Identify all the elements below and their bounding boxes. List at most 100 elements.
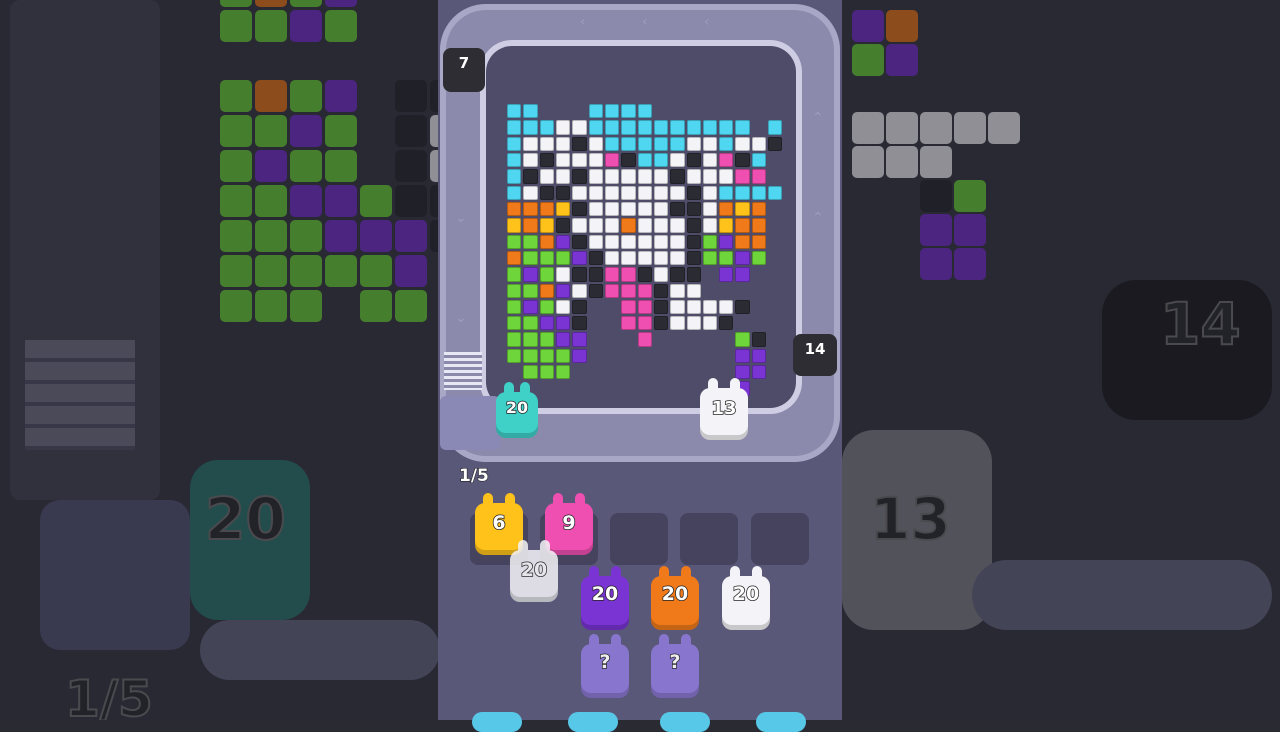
pixel-tile xyxy=(735,234,750,249)
pixel-tile xyxy=(637,136,652,151)
pixel-tile xyxy=(751,218,767,233)
belt-bunny-black[interactable]: 14 xyxy=(793,334,837,376)
belt-arrow-icon: ⌄ xyxy=(455,310,467,326)
background-tile xyxy=(255,185,287,217)
pixel-tile xyxy=(539,250,554,266)
pixel-tile xyxy=(719,218,734,233)
pixel-tile xyxy=(555,169,571,184)
background-tile xyxy=(255,255,287,287)
pixel-tile xyxy=(670,234,685,249)
belt-entry-ramp xyxy=(444,352,482,390)
pixel-tile xyxy=(653,169,669,184)
booster-button[interactable] xyxy=(660,712,710,732)
pixel-tile xyxy=(637,316,652,331)
background-tile xyxy=(430,185,438,217)
background-tile xyxy=(220,80,252,112)
mystery-bunny[interactable]: ? xyxy=(581,634,629,698)
pixel-tile xyxy=(653,201,669,217)
background-left-panel: 20 1/5 xyxy=(0,0,438,720)
pixel-tile xyxy=(735,348,750,364)
pixel-tile xyxy=(653,120,669,135)
pixel-tile xyxy=(702,152,718,168)
pixel-tile xyxy=(507,234,522,249)
booster-button[interactable] xyxy=(568,712,618,732)
bunny-count: 14 xyxy=(804,340,826,358)
belt-arrow-icon: ‹ xyxy=(704,14,710,30)
pixel-tile xyxy=(653,136,669,151)
background-tile xyxy=(395,150,427,182)
background-tile xyxy=(430,80,438,112)
pixel-tile xyxy=(555,218,571,233)
pixel-tile xyxy=(768,185,783,200)
slot-empty[interactable] xyxy=(610,513,668,565)
queue-bunny-white[interactable]: 20 xyxy=(722,566,770,630)
pixel-tile xyxy=(507,104,522,119)
pixel-tile xyxy=(751,250,767,266)
belt-bunny-white[interactable]: 13 xyxy=(700,378,748,440)
queue-bunny-purple[interactable]: 20 xyxy=(581,566,629,630)
pixel-tile xyxy=(572,299,587,315)
mystery-bunny[interactable]: ? xyxy=(651,634,699,698)
pixel-tile xyxy=(539,348,554,364)
pixel-tile xyxy=(686,283,701,298)
pixel-tile xyxy=(653,250,669,266)
pixel-tile xyxy=(702,136,718,151)
pixel-tile xyxy=(719,234,734,249)
background-tile xyxy=(886,112,918,144)
pixel-tile xyxy=(653,152,669,168)
pixel-tile xyxy=(604,136,620,151)
background-tile xyxy=(220,10,252,42)
pixel-tile xyxy=(604,234,620,249)
bunny-count: 20 xyxy=(591,583,619,605)
pixel-tile xyxy=(637,169,652,184)
pixel-tile xyxy=(621,316,636,331)
belt-bunny-teal[interactable]: 20 xyxy=(496,382,538,438)
level-counter: 1/5 xyxy=(459,466,490,487)
pixel-tile xyxy=(523,104,538,119)
background-tile xyxy=(220,220,252,252)
background-tile xyxy=(255,150,287,182)
pixel-tile xyxy=(539,283,554,298)
background-tile xyxy=(255,220,287,252)
pixel-tile xyxy=(604,169,620,184)
slot-bunny-pink[interactable]: 9 xyxy=(545,493,593,555)
background-tile xyxy=(395,115,427,147)
pixel-tile xyxy=(686,234,701,249)
pixel-tile xyxy=(653,234,669,249)
pixel-tile xyxy=(719,185,734,200)
pixel-tile xyxy=(735,136,750,151)
pixel-tile xyxy=(539,136,554,151)
pixel-tile xyxy=(621,201,636,217)
belt-bunny-black[interactable]: 7 xyxy=(443,48,485,92)
pixel-tile xyxy=(719,267,734,282)
queue-bunny-orange[interactable]: 20 xyxy=(651,566,699,630)
slot-empty[interactable] xyxy=(751,513,809,565)
pixel-tile xyxy=(670,169,685,184)
pixel-tile xyxy=(555,250,571,266)
pixel-tile xyxy=(588,250,603,266)
background-tile xyxy=(360,290,392,322)
background-tile xyxy=(220,0,252,7)
pixel-tile xyxy=(751,348,767,364)
pixel-tile xyxy=(507,250,522,266)
background-tile xyxy=(852,112,884,144)
pixel-tile xyxy=(637,120,652,135)
background-tile xyxy=(255,80,287,112)
pixel-tile xyxy=(719,299,734,315)
background-tile xyxy=(290,0,322,7)
pixel-tile xyxy=(686,316,701,331)
slot-bunny-yellow[interactable]: 6 xyxy=(475,493,523,555)
pixel-tile xyxy=(523,152,538,168)
pixel-tile xyxy=(523,267,538,282)
pixel-tile xyxy=(507,169,522,184)
pixel-tile xyxy=(670,136,685,151)
booster-button[interactable] xyxy=(472,712,522,732)
queue-bunny-white-moving[interactable]: 20 xyxy=(510,540,558,602)
slot-empty[interactable] xyxy=(680,513,738,565)
pixel-tile xyxy=(702,234,718,249)
belt-arrow-icon: ⌃ xyxy=(812,110,824,126)
background-stripes xyxy=(25,340,135,450)
pixel-tile xyxy=(523,299,538,315)
booster-button[interactable] xyxy=(756,712,806,732)
pixel-tile xyxy=(670,267,685,282)
